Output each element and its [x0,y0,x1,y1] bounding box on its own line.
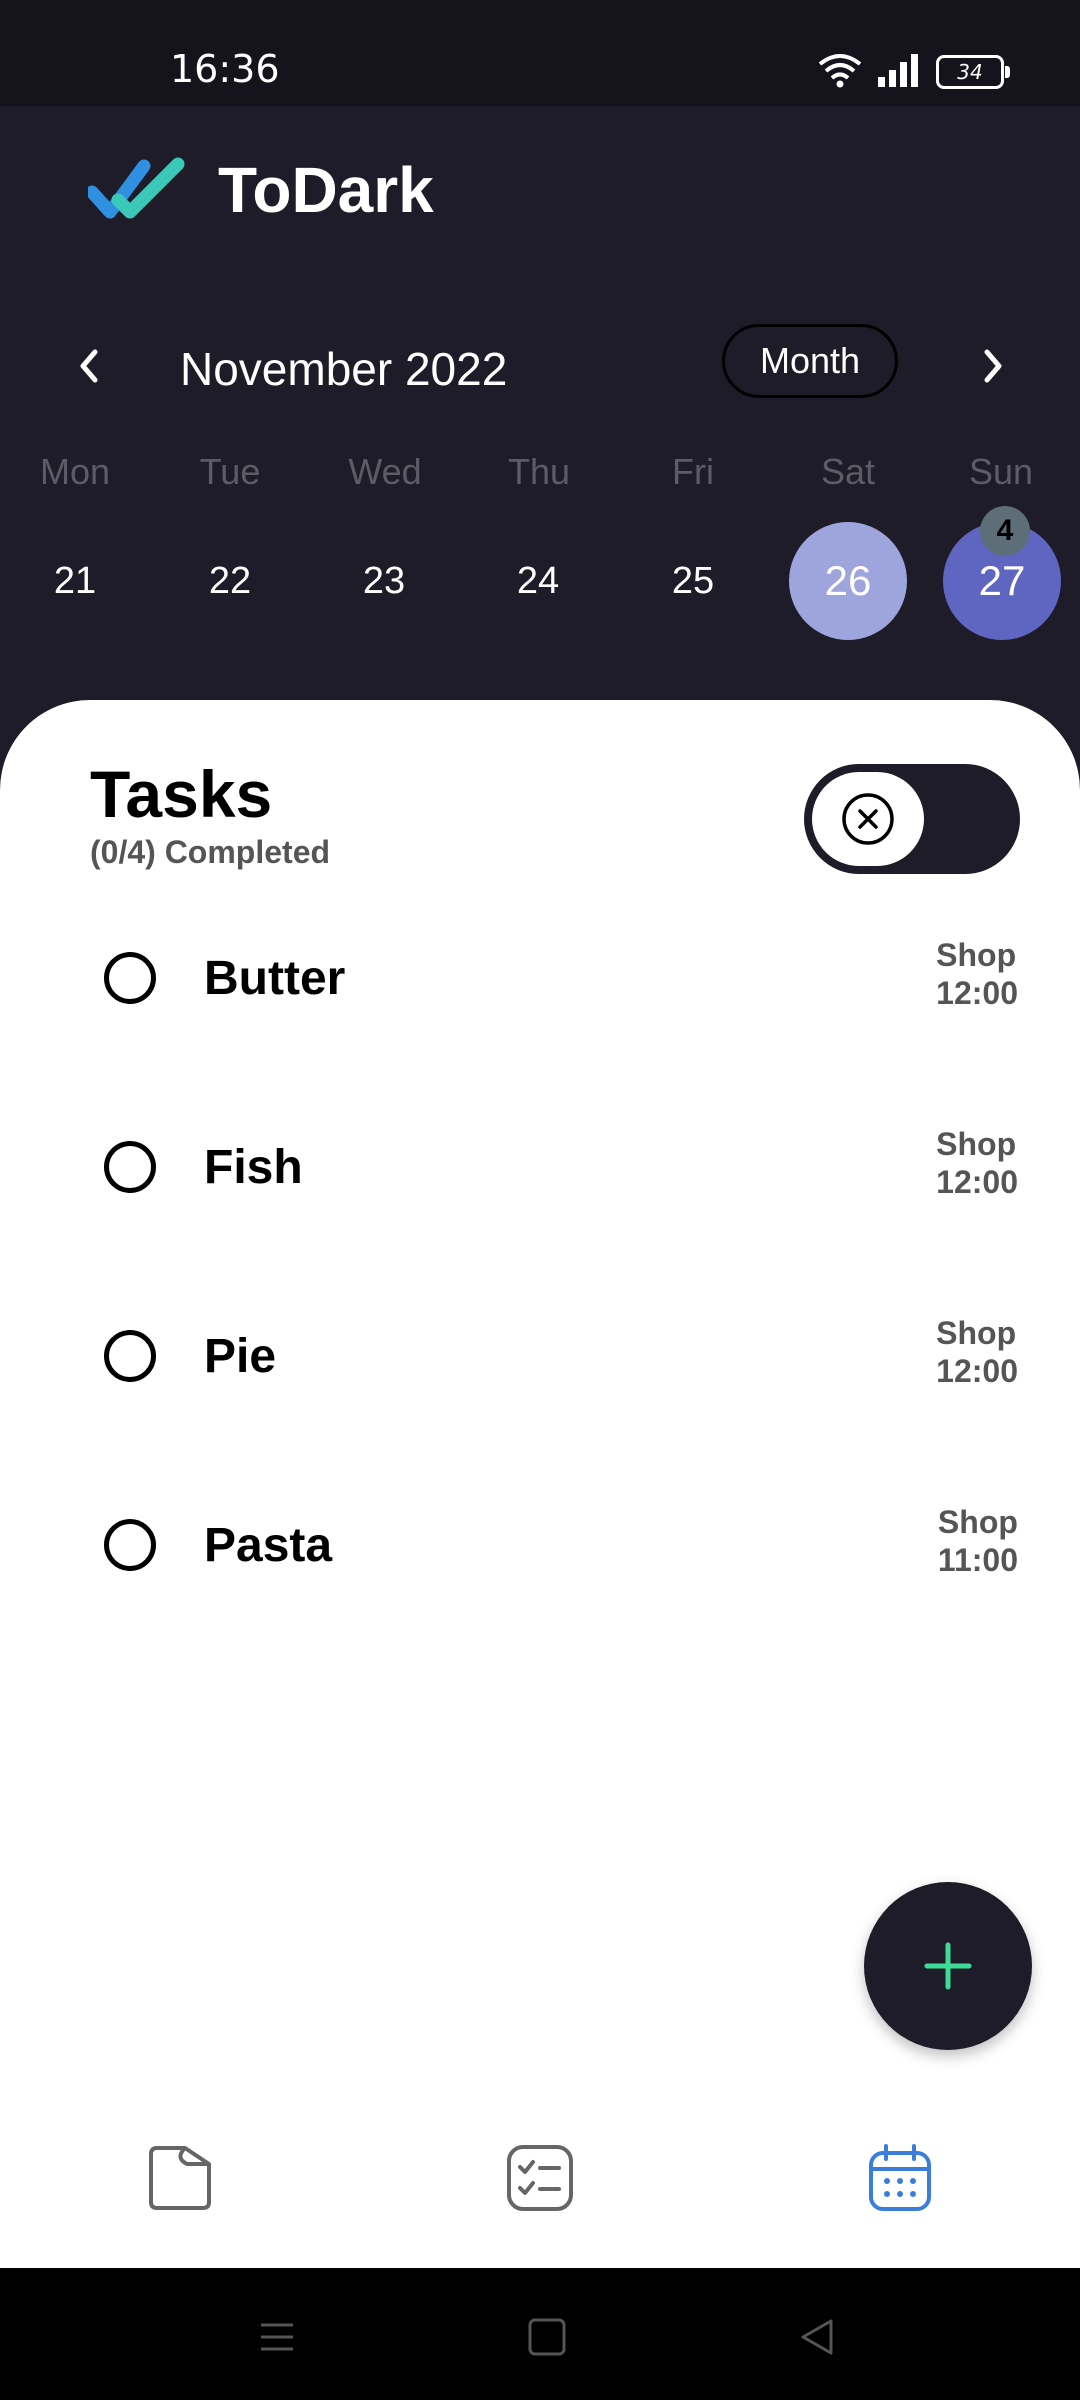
task-category: Shop [936,1315,1017,1351]
task-time: 12:00 [936,1164,1018,1200]
task-checkbox[interactable] [104,1519,156,1571]
task-meta: Shop 11:00 [938,1503,1018,1579]
header: ToDark November 2022 Month Mon Tue Wed T… [0,106,1080,706]
weekday-label: Fri [672,451,714,492]
task-category: Shop [936,1126,1017,1162]
task-name: Fish [204,1141,303,1194]
date-cell[interactable]: 24 [479,522,597,640]
toggle-knob [812,772,924,866]
weekday-label: Tue [199,451,261,492]
task-checkbox[interactable] [104,952,156,1004]
task-category: Shop [937,1504,1018,1540]
menu-nav-button[interactable] [252,2312,302,2362]
app-title: ToDark [218,154,434,226]
weekday-row: Mon Tue Wed Thu Fri Sat Sun [0,446,1080,506]
task-time: 11:00 [937,1542,1018,1578]
task-time: 12:00 [936,975,1018,1011]
task-item[interactable]: Butter Shop 12:00 [0,900,1080,1060]
home-square-icon [528,2318,566,2356]
task-item[interactable]: Fish Shop 12:00 [0,1089,1080,1249]
chevron-left-icon [80,349,98,383]
back-nav-button[interactable] [792,2312,842,2362]
task-meta: Shop 12:00 [936,1125,1018,1201]
tab-calendar[interactable] [860,2138,940,2218]
battery-icon: 34 [936,55,1010,89]
calendar-icon [869,2144,931,2211]
home-nav-button[interactable] [522,2312,572,2362]
status-time: 16:36 [170,47,280,91]
month-navigation: November 2022 Month [0,324,1080,414]
close-circle-icon [842,793,894,845]
tab-folders[interactable] [140,2138,220,2218]
chevron-right-icon [984,349,1002,383]
system-navigation-bar [0,2268,1080,2400]
date-cell[interactable]: 22 [171,522,289,640]
task-count-badge: 4 [980,506,1030,556]
task-checkbox[interactable] [104,1141,156,1193]
status-bar: 16:36 34 [0,0,1080,106]
tasks-title: Tasks [90,757,273,831]
task-name: Pie [204,1330,277,1383]
task-item[interactable]: Pie Shop 12:00 [0,1278,1080,1438]
tab-tasks[interactable] [500,2138,580,2218]
folder-icon [149,2146,211,2210]
task-item[interactable]: Pasta Shop 11:00 [0,1467,1080,1627]
weekday-label: Mon [39,451,111,492]
add-task-button[interactable] [864,1882,1032,2050]
date-cell[interactable]: 25 [634,522,752,640]
weekday-label: Wed [348,451,422,492]
bottom-navigation [0,2096,1080,2268]
tasks-completed-count: (0/4) Completed [90,834,331,870]
plus-icon [924,1942,972,1990]
weekday-label: Sun [968,451,1034,492]
wifi-icon [818,52,862,93]
menu-icon [261,2323,293,2351]
task-category: Shop [936,937,1017,973]
task-meta: Shop 12:00 [936,1314,1018,1390]
app-logo-icon [85,156,188,226]
task-meta: Shop 12:00 [936,936,1018,1012]
weekday-label: Sat [820,451,876,492]
weekday-label: Thu [507,451,571,492]
date-cell[interactable]: 21 [16,522,134,640]
task-time: 12:00 [936,1353,1018,1389]
month-label: November 2022 [180,343,508,395]
task-checkbox[interactable] [104,1330,156,1382]
tasks-panel: Tasks (0/4) Completed Butter Shop 12:00 [0,700,1080,2268]
signal-icon [876,53,922,92]
checklist-icon [507,2145,573,2211]
view-mode-button[interactable]: Month [722,324,898,398]
status-icons: 34 [818,52,1010,93]
date-cell[interactable]: 23 [325,522,443,640]
task-name: Butter [204,952,346,1005]
back-triangle-icon [801,2319,833,2355]
app-screen: 16:36 34 ToDark November 2022 Month Mon … [0,0,1080,2400]
date-cell-today[interactable]: 26 [789,522,907,640]
date-row: 21 22 23 24 25 26 27 [0,522,1080,652]
prev-month-button[interactable] [60,336,120,396]
task-name: Pasta [204,1519,333,1572]
show-completed-toggle[interactable] [804,764,1020,874]
next-month-button[interactable] [962,336,1022,396]
